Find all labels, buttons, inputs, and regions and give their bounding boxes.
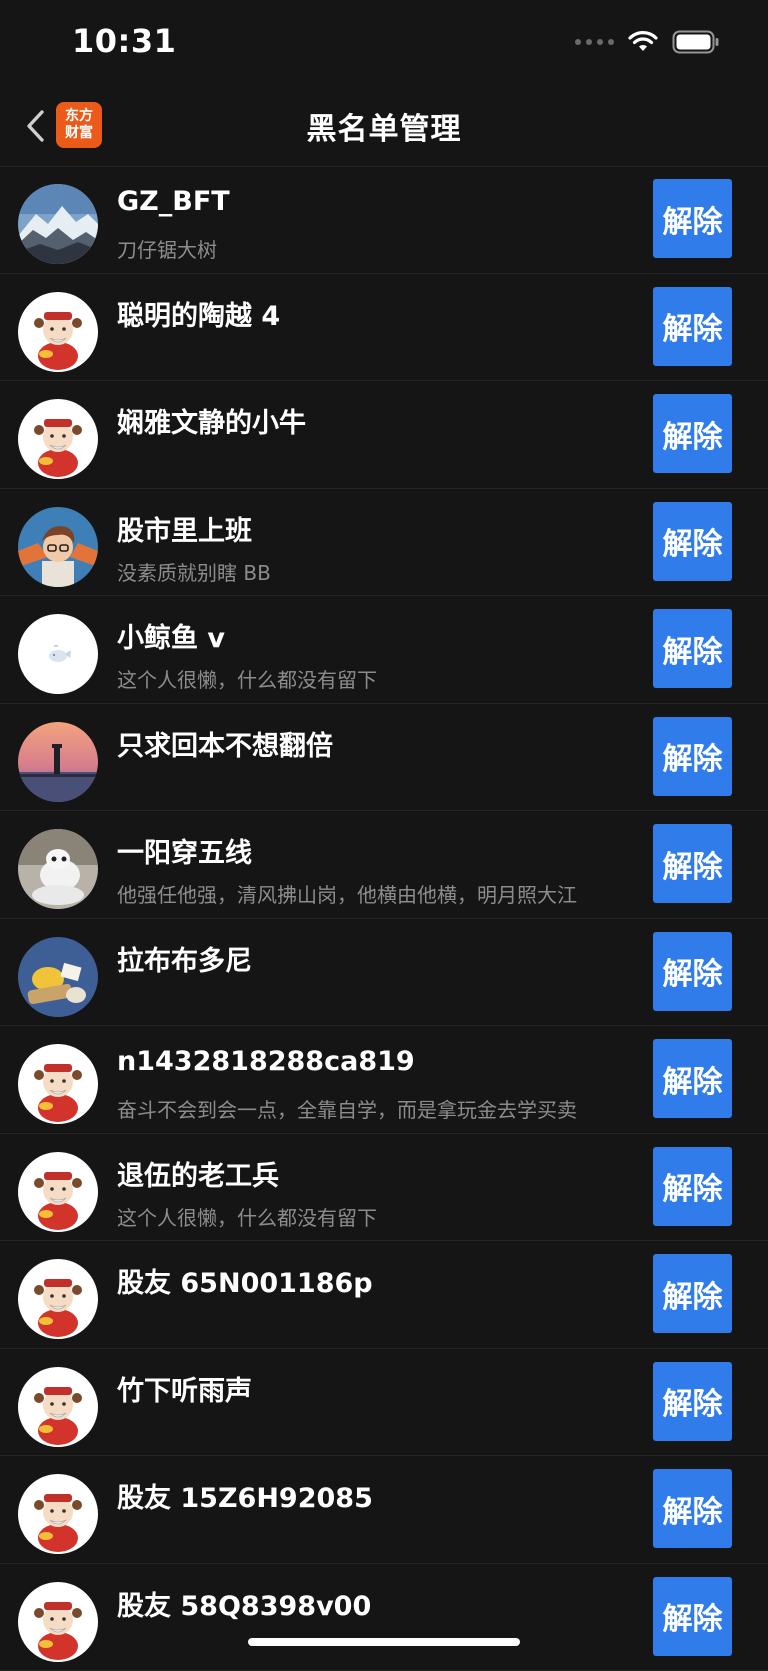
user-bio: 他强任他强，清风拂山岗，他横由他横，明月照大江: [117, 879, 577, 908]
unblock-button[interactable]: 解除: [653, 824, 732, 903]
user-bio: 这个人很懒，什么都没有留下: [117, 1202, 377, 1231]
blacklist-row: 娴雅文静的小牛 解除: [0, 381, 768, 489]
unblock-button[interactable]: 解除: [653, 609, 732, 688]
user-avatar[interactable]: [18, 292, 98, 372]
cellular-icon: [575, 39, 614, 45]
user-avatar[interactable]: [18, 829, 98, 909]
status-icons: [575, 30, 720, 54]
user-bio: 刀仔锯大树: [117, 234, 217, 263]
user-avatar[interactable]: [18, 1367, 98, 1447]
wifi-icon: [628, 31, 658, 53]
blacklist-row: 股友 58Q8398v00 解除: [0, 1564, 768, 1671]
blacklist-row: n1432818288ca819 奋斗不会到会一点，全靠自学，而是拿玩金去学买卖 解…: [0, 1026, 768, 1134]
unblock-button[interactable]: 解除: [653, 287, 732, 366]
user-name: 竹下听雨声: [117, 1369, 252, 1408]
user-name: 小鲸鱼 v: [117, 616, 225, 655]
home-indicator[interactable]: [248, 1638, 520, 1646]
user-name: 拉布布多尼: [117, 939, 252, 978]
unblock-button[interactable]: 解除: [653, 1469, 732, 1548]
user-avatar[interactable]: [18, 614, 98, 694]
user-avatar[interactable]: [18, 722, 98, 802]
blacklist-row: 竹下听雨声 解除: [0, 1349, 768, 1457]
blacklist: GZ_BFT刀仔锯大树解除 聪明的陶越 4解除 娴雅文静: [0, 166, 768, 1671]
user-name: 股友 58Q8398v00: [117, 1584, 371, 1623]
user-name: 一阳穿五线: [117, 831, 252, 870]
user-avatar[interactable]: [18, 507, 98, 587]
blacklist-row: 只求回本不想翻倍 解除: [0, 704, 768, 812]
blacklist-row: 小鲸鱼 v 这个人很懒，什么都没有留下 解除: [0, 596, 768, 704]
blacklist-row: 股市里上班没素质就别瞎 BB 解除: [0, 489, 768, 597]
blacklist-row: 聪明的陶越 4 解除: [0, 274, 768, 382]
unblock-button[interactable]: 解除: [653, 932, 732, 1011]
unblock-button[interactable]: 解除: [653, 394, 732, 473]
user-avatar[interactable]: [18, 1582, 98, 1662]
user-name: n1432818288ca819: [117, 1046, 415, 1077]
status-time: 10:31: [72, 22, 176, 60]
blacklist-row: 拉布布多尼 解除: [0, 919, 768, 1027]
user-name: 聪明的陶越 4: [117, 294, 280, 333]
user-avatar[interactable]: [18, 399, 98, 479]
user-avatar[interactable]: [18, 1474, 98, 1554]
user-name: GZ_BFT: [117, 186, 230, 217]
user-avatar[interactable]: [18, 1259, 98, 1339]
unblock-button[interactable]: 解除: [653, 717, 732, 796]
user-name: 股市里上班: [117, 509, 252, 548]
user-bio: 没素质就别瞎 BB: [117, 557, 271, 586]
user-name: 只求回本不想翻倍: [117, 724, 333, 763]
user-name: 退伍的老工兵: [117, 1154, 279, 1193]
unblock-button[interactable]: 解除: [653, 1254, 732, 1333]
unblock-button[interactable]: 解除: [653, 1577, 732, 1656]
blacklist-row: 股友 15Z6H92085 解除: [0, 1456, 768, 1564]
unblock-button[interactable]: 解除: [653, 179, 732, 258]
user-bio: 奋斗不会到会一点，全靠自学，而是拿玩金去学买卖: [117, 1094, 577, 1123]
unblock-button[interactable]: 解除: [653, 1362, 732, 1441]
unblock-button[interactable]: 解除: [653, 1039, 732, 1118]
blacklist-row: 退伍的老工兵这个人很懒，什么都没有留下 解除: [0, 1134, 768, 1242]
page-title: 黑名单管理: [0, 104, 768, 148]
unblock-button[interactable]: 解除: [653, 502, 732, 581]
user-name: 股友 65N001186p: [117, 1261, 373, 1300]
battery-icon: [672, 30, 720, 54]
status-bar: 10:31: [0, 0, 768, 88]
user-bio: 这个人很懒，什么都没有留下: [117, 664, 377, 693]
user-avatar[interactable]: [18, 184, 98, 264]
user-name: 娴雅文静的小牛: [117, 401, 306, 440]
user-name: 股友 15Z6H92085: [117, 1476, 373, 1515]
user-avatar[interactable]: [18, 1044, 98, 1124]
blacklist-row: 股友 65N001186p 解除: [0, 1241, 768, 1349]
nav-bar: 东方 财富 黑名单管理: [0, 88, 768, 167]
user-avatar[interactable]: [18, 1152, 98, 1232]
blacklist-row: 一阳穿五线他强任他强，清风拂山岗，他横由他横，明月照大江 解除: [0, 811, 768, 919]
blacklist-row: GZ_BFT 刀仔锯大树 解除: [0, 166, 768, 274]
user-avatar[interactable]: [18, 937, 98, 1017]
unblock-button[interactable]: 解除: [653, 1147, 732, 1226]
